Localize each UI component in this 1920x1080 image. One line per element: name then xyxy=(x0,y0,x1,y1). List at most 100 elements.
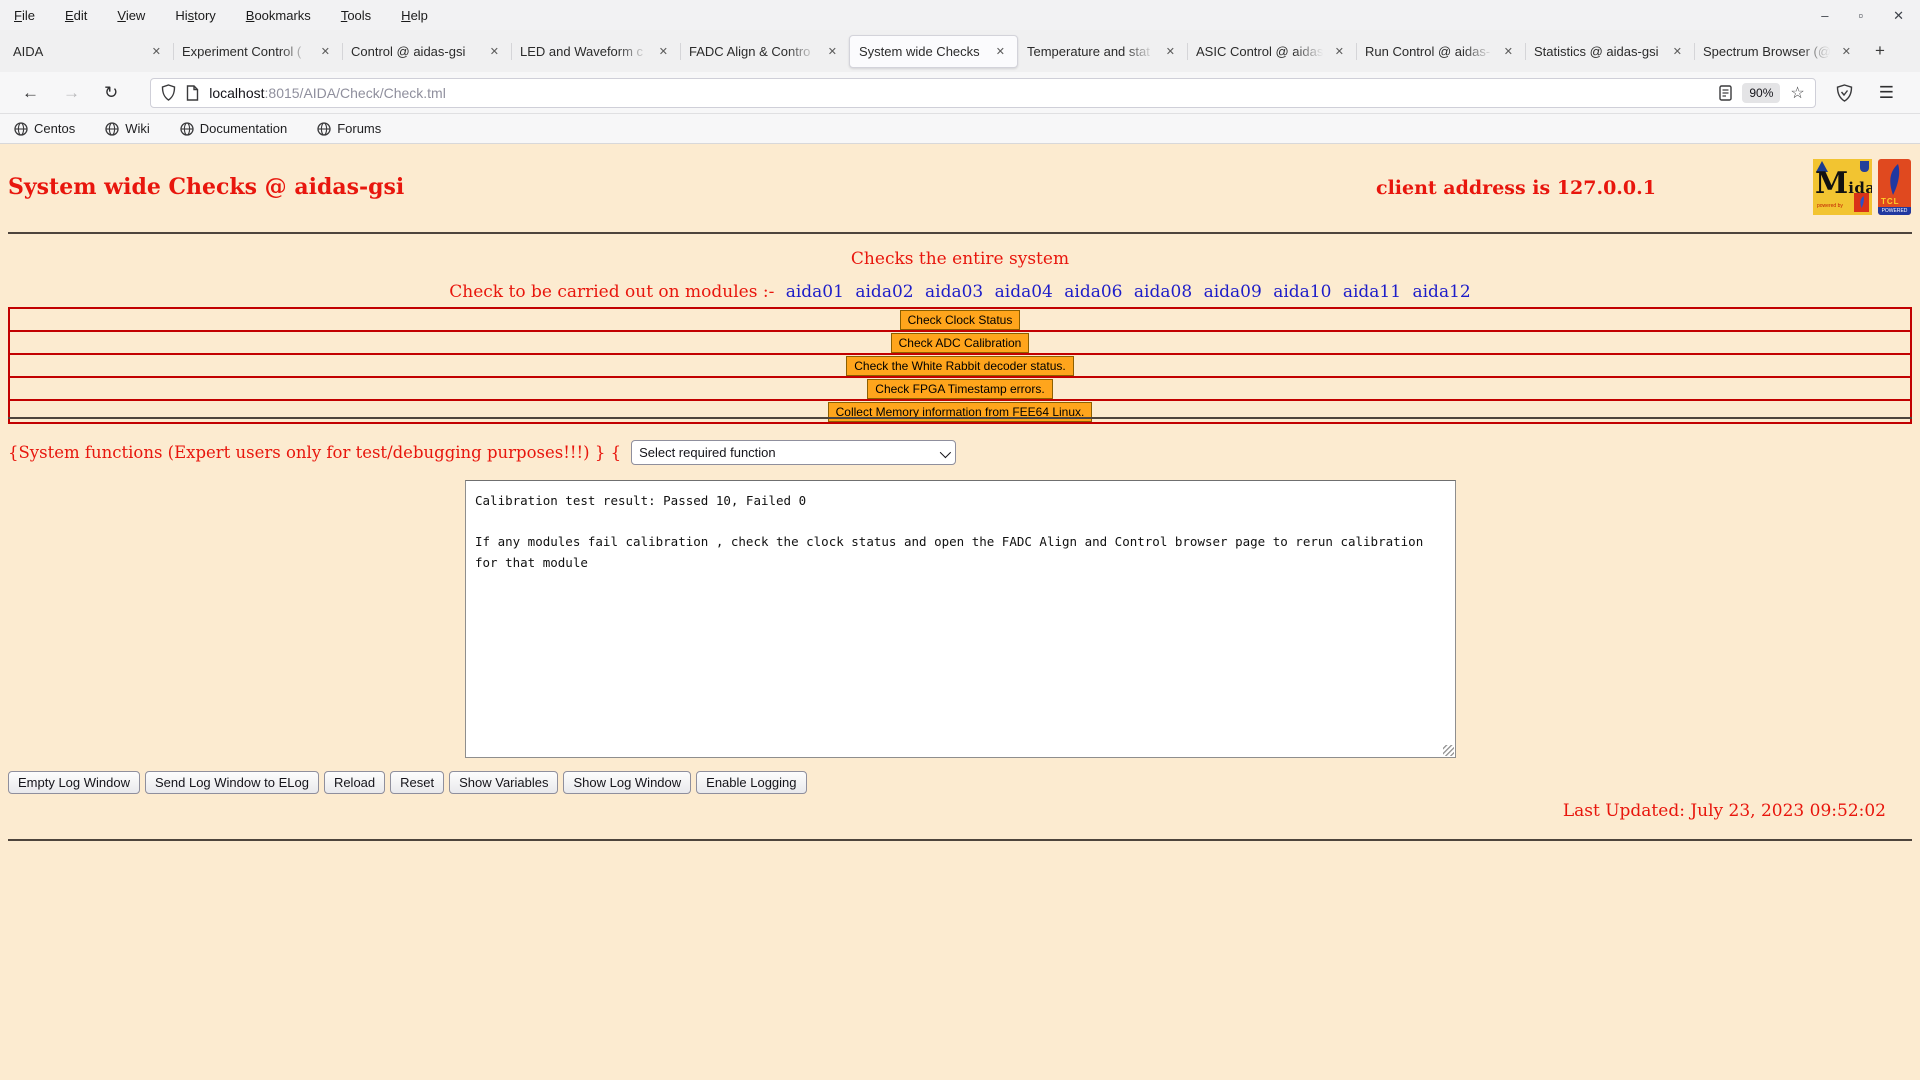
bookmark-wiki[interactable]: Wiki xyxy=(105,121,150,136)
tab-spectrum-browser[interactable]: Spectrum Browser (@✕ xyxy=(1694,35,1863,68)
url-bar[interactable]: localhost:8015/AIDA/Check/Check.tml 90% … xyxy=(150,78,1816,108)
enable-logging-button[interactable]: Enable Logging xyxy=(696,771,806,794)
divider xyxy=(8,417,1912,419)
tab-close-icon[interactable]: ✕ xyxy=(149,44,164,59)
tab-close-icon[interactable]: ✕ xyxy=(1332,44,1347,59)
tab-close-icon[interactable]: ✕ xyxy=(1670,44,1685,59)
module-link[interactable]: aida10 xyxy=(1273,282,1331,302)
module-link[interactable]: aida01 xyxy=(786,282,844,302)
reload-button[interactable]: Reload xyxy=(324,771,385,794)
url-text[interactable]: localhost:8015/AIDA/Check/Check.tml xyxy=(209,85,1719,101)
tcl-powered-logo[interactable]: TCL POWERED xyxy=(1878,159,1911,215)
shield-icon[interactable] xyxy=(161,84,176,101)
show-variables-button[interactable]: Show Variables xyxy=(449,771,558,794)
table-row: Check Clock Status xyxy=(9,308,1911,331)
menu-file[interactable]: File xyxy=(14,8,35,23)
bookmark-centos[interactable]: Centos xyxy=(14,121,75,136)
back-icon[interactable]: ← xyxy=(10,79,51,107)
module-link[interactable]: aida02 xyxy=(855,282,913,302)
globe-icon xyxy=(180,122,194,136)
check-white-rabbit-button[interactable]: Check the White Rabbit decoder status. xyxy=(846,356,1073,376)
page-title: System wide Checks @ aidas-gsi xyxy=(8,174,404,200)
module-link[interactable]: aida08 xyxy=(1134,282,1192,302)
tab-close-icon[interactable]: ✕ xyxy=(1839,44,1854,59)
menu-bar: File Edit View History Bookmarks Tools H… xyxy=(0,8,428,23)
module-link[interactable]: aida04 xyxy=(995,282,1053,302)
tab-run-control[interactable]: Run Control @ aidas-✕ xyxy=(1356,35,1525,68)
logos: Midas powered by TCL POWERED xyxy=(1813,159,1911,215)
midas-logo[interactable]: Midas powered by xyxy=(1813,159,1872,215)
table-row: Collect Memory information from FEE64 Li… xyxy=(9,400,1911,423)
tcl-feather-icon xyxy=(1854,193,1869,212)
new-tab-button[interactable]: + xyxy=(1863,39,1897,63)
bookmark-documentation[interactable]: Documentation xyxy=(180,121,287,136)
reader-mode-icon[interactable] xyxy=(1719,85,1732,101)
check-adc-calibration-button[interactable]: Check ADC Calibration xyxy=(891,333,1030,353)
menu-history[interactable]: History xyxy=(175,8,215,23)
bookmark-star-icon[interactable]: ☆ xyxy=(1790,83,1804,103)
action-buttons-row: Empty Log Window Send Log Window to ELog… xyxy=(8,771,807,794)
zoom-level-badge[interactable]: 90% xyxy=(1742,83,1780,103)
menu-help[interactable]: Help xyxy=(401,8,428,23)
bookmark-forums[interactable]: Forums xyxy=(317,121,381,136)
system-functions-row: {System functions (Expert users only for… xyxy=(8,440,956,465)
menu-edit[interactable]: Edit xyxy=(65,8,87,23)
client-address: client address is 127.0.0.1 xyxy=(1376,177,1656,199)
table-row: Check ADC Calibration xyxy=(9,331,1911,354)
menu-bookmarks[interactable]: Bookmarks xyxy=(246,8,311,23)
reload-icon[interactable]: ↻ xyxy=(92,79,130,107)
module-link[interactable]: aida06 xyxy=(1064,282,1122,302)
close-button[interactable]: ✕ xyxy=(1893,9,1904,22)
show-log-window-button[interactable]: Show Log Window xyxy=(563,771,691,794)
maximize-button[interactable]: ▫ xyxy=(1858,9,1863,22)
tab-asic-control[interactable]: ASIC Control @ aidas✕ xyxy=(1187,35,1356,68)
window-titlebar: File Edit View History Bookmarks Tools H… xyxy=(0,0,1920,30)
check-clock-status-button[interactable]: Check Clock Status xyxy=(900,310,1021,330)
tab-experiment-control[interactable]: Experiment Control (✕ xyxy=(173,35,342,68)
system-functions-label: {System functions (Expert users only for… xyxy=(8,443,621,462)
modules-prefix: Check to be carried out on modules :- xyxy=(449,282,774,302)
tab-fadc-align[interactable]: FADC Align & Contro✕ xyxy=(680,35,849,68)
send-log-to-elog-button[interactable]: Send Log Window to ELog xyxy=(145,771,319,794)
tab-statistics[interactable]: Statistics @ aidas-gsi✕ xyxy=(1525,35,1694,68)
menu-view[interactable]: View xyxy=(117,8,145,23)
tab-aida[interactable]: AIDA✕ xyxy=(4,35,173,68)
protections-shield-icon[interactable] xyxy=(1836,84,1853,102)
minimize-button[interactable]: – xyxy=(1821,9,1828,22)
tab-close-icon[interactable]: ✕ xyxy=(1501,44,1516,59)
module-link[interactable]: aida09 xyxy=(1204,282,1262,302)
collect-memory-button[interactable]: Collect Memory information from FEE64 Li… xyxy=(828,402,1093,422)
tab-close-icon[interactable]: ✕ xyxy=(1163,44,1178,59)
tab-temperature[interactable]: Temperature and stat✕ xyxy=(1018,35,1187,68)
last-updated: Last Updated: July 23, 2023 09:52:02 xyxy=(1563,801,1886,821)
page-content: System wide Checks @ aidas-gsi client ad… xyxy=(0,144,1920,1080)
tab-close-icon[interactable]: ✕ xyxy=(825,44,840,59)
menu-hamburger-icon[interactable]: ☰ xyxy=(1879,83,1894,103)
tcl-feather-icon xyxy=(1884,163,1904,197)
tab-close-icon[interactable]: ✕ xyxy=(318,44,333,59)
globe-icon xyxy=(317,122,331,136)
tab-close-icon[interactable]: ✕ xyxy=(656,44,671,59)
tab-system-wide-checks[interactable]: System wide Checks✕ xyxy=(849,35,1018,68)
log-textarea[interactable]: Calibration test result: Passed 10, Fail… xyxy=(465,480,1456,758)
page-subtitle: Checks the entire system xyxy=(0,249,1920,269)
module-link[interactable]: aida12 xyxy=(1412,282,1470,302)
page-info-icon[interactable] xyxy=(186,85,199,101)
divider xyxy=(8,232,1912,234)
resize-handle[interactable] xyxy=(1443,745,1454,756)
table-row: Check FPGA Timestamp errors. xyxy=(9,377,1911,400)
tab-control[interactable]: Control @ aidas-gsi✕ xyxy=(342,35,511,68)
tab-led-waveform[interactable]: LED and Waveform c✕ xyxy=(511,35,680,68)
reset-button[interactable]: Reset xyxy=(390,771,444,794)
function-select[interactable]: Select required function xyxy=(631,440,956,465)
menu-tools[interactable]: Tools xyxy=(341,8,371,23)
empty-log-window-button[interactable]: Empty Log Window xyxy=(8,771,140,794)
tab-close-icon[interactable]: ✕ xyxy=(993,44,1008,59)
module-link[interactable]: aida03 xyxy=(925,282,983,302)
tab-close-icon[interactable]: ✕ xyxy=(487,44,502,59)
modules-line: Check to be carried out on modules :- ai… xyxy=(0,282,1920,302)
table-row: Check the White Rabbit decoder status. xyxy=(9,354,1911,377)
forward-icon: → xyxy=(51,79,92,107)
check-fpga-timestamp-button[interactable]: Check FPGA Timestamp errors. xyxy=(867,379,1052,399)
module-link[interactable]: aida11 xyxy=(1343,282,1401,302)
